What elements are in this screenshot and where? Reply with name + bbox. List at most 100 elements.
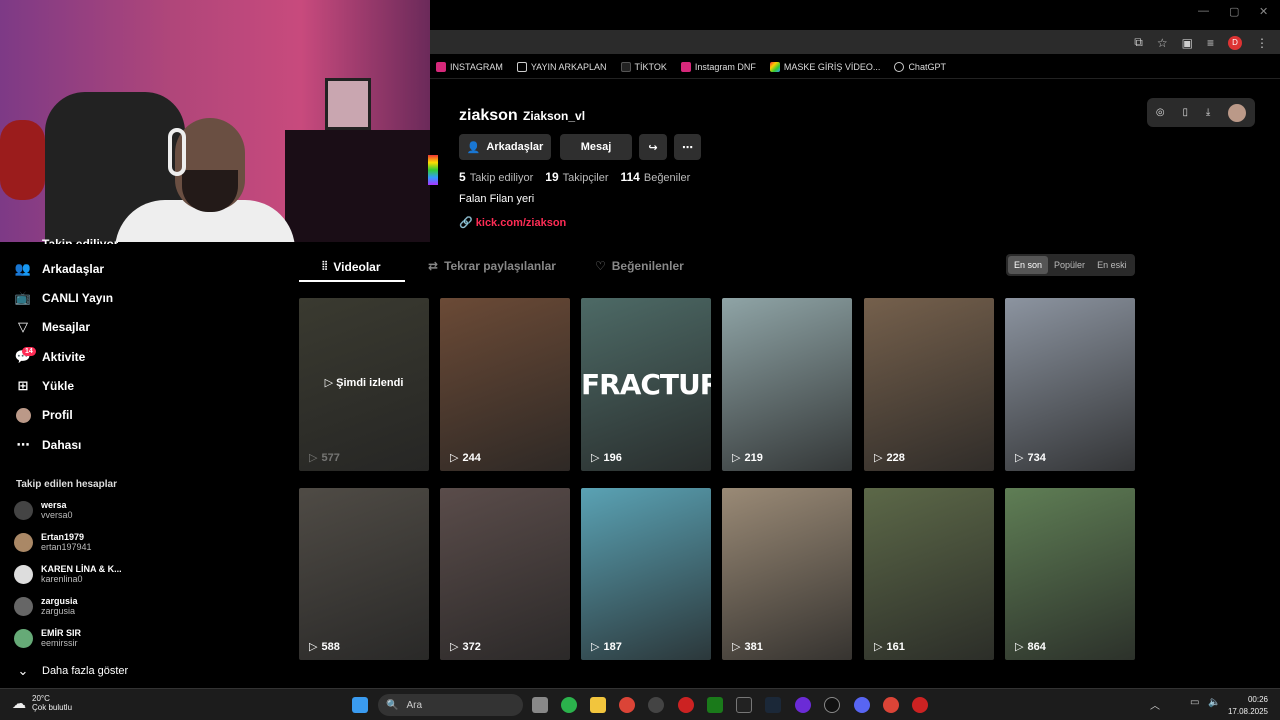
user-avatar[interactable] bbox=[1228, 103, 1247, 122]
friends-button[interactable]: 👤 Arkadaşlar bbox=[459, 134, 551, 160]
profile-stats: 5 Takip ediliyor 19 Takipçiler 114 Beğenile… bbox=[459, 170, 690, 184]
bookmark-yayin-arkaplan[interactable]: YAYIN ARKAPLAN bbox=[516, 61, 607, 72]
following-stat[interactable]: 5 Takip ediliyor bbox=[459, 170, 533, 184]
profile-link[interactable]: 🔗 kick.com/ziakson bbox=[459, 216, 566, 229]
app-icon[interactable] bbox=[648, 697, 664, 713]
profile-avatar[interactable]: D bbox=[1228, 35, 1242, 50]
xbox-icon[interactable] bbox=[707, 697, 723, 713]
sort-popular[interactable]: Popüler bbox=[1048, 256, 1091, 274]
account-item[interactable]: EMİR SIR eemirssir bbox=[14, 628, 81, 648]
coin-icon[interactable]: ◎ bbox=[1156, 107, 1165, 118]
sidebar-item-messages[interactable]: ▽ Mesajlar bbox=[14, 318, 90, 336]
instagram-icon bbox=[680, 61, 691, 72]
sort-toggle: En son Popüler En eski bbox=[1006, 254, 1135, 276]
grid-icon: ⦙⦙ bbox=[322, 259, 328, 273]
network-icon[interactable]: ▭ bbox=[1190, 697, 1199, 708]
view-count: ▷ 196 bbox=[591, 451, 622, 465]
account-item[interactable]: zargusia zargusia bbox=[14, 596, 78, 616]
chrome-icon[interactable] bbox=[883, 697, 899, 713]
bookmark-maske-giris[interactable]: MASKE GİRİŞ VİDEO... bbox=[769, 61, 880, 72]
view-count: ▷ 219 bbox=[732, 451, 763, 465]
followers-stat[interactable]: 19 Takipçiler bbox=[545, 170, 608, 184]
video-card[interactable]: ▷ 864 bbox=[1005, 488, 1135, 660]
steam-icon[interactable] bbox=[765, 697, 781, 713]
bookmark-tiktok[interactable]: TİKTOK bbox=[620, 61, 667, 72]
video-card[interactable]: ▷ Şimdi izlendi ▷ 577 bbox=[299, 298, 429, 471]
windows-start-icon[interactable] bbox=[352, 697, 368, 713]
account-item[interactable]: Ertan1979 ertan197941 bbox=[14, 532, 92, 552]
tiktok-icon bbox=[620, 61, 631, 72]
tray-chevron-icon[interactable]: ︿ bbox=[1150, 697, 1160, 712]
phone-icon[interactable]: ▯ bbox=[1182, 107, 1188, 118]
maximize-icon[interactable]: ▢ bbox=[1229, 5, 1239, 18]
clock[interactable]: 00:26 17.08.2025 bbox=[1228, 694, 1268, 718]
epic-games-icon[interactable] bbox=[736, 697, 752, 713]
video-card[interactable]: ▷ 381 bbox=[722, 488, 852, 660]
file-explorer-icon[interactable] bbox=[590, 697, 606, 713]
task-view-icon[interactable] bbox=[532, 697, 548, 713]
taskbar-search[interactable]: 🔍 Ara bbox=[378, 694, 523, 716]
following-header: Takip edilen hesaplar bbox=[16, 479, 117, 490]
sort-latest[interactable]: En son bbox=[1008, 256, 1049, 274]
account-item[interactable]: KAREN LİNA & K... karenlina0 bbox=[14, 564, 122, 584]
chatgpt-icon bbox=[894, 61, 905, 72]
bookmark-instagram[interactable]: INSTAGRAM bbox=[436, 61, 503, 72]
profile-nickname: Ziakson_vl bbox=[523, 109, 586, 123]
video-card[interactable]: ▷ 244 bbox=[440, 298, 570, 471]
media-icon[interactable]: ≡ bbox=[1207, 36, 1214, 50]
video-card[interactable]: ▷ 228 bbox=[864, 298, 994, 471]
profile-handle: ziakson bbox=[459, 107, 518, 124]
weather-widget[interactable]: ☁ 20°C Çok bulutlu bbox=[12, 694, 72, 712]
video-card[interactable]: ▷ 161 bbox=[864, 488, 994, 660]
discord-icon[interactable] bbox=[854, 697, 870, 713]
show-more-button[interactable]: ⌄ Daha fazla göster bbox=[14, 662, 129, 680]
background-shadow bbox=[285, 130, 430, 242]
sidebar-item-profile[interactable]: Profil bbox=[14, 406, 73, 424]
message-button[interactable]: Mesaj bbox=[560, 134, 632, 160]
video-card[interactable]: ▷ 372 bbox=[440, 488, 570, 660]
instagram-icon bbox=[436, 61, 446, 72]
app-icon[interactable] bbox=[795, 697, 811, 713]
view-count: ▷ 372 bbox=[450, 640, 481, 654]
chrome-icon[interactable] bbox=[619, 697, 635, 713]
download-icon[interactable]: ⤓ bbox=[1206, 107, 1210, 118]
obs-icon[interactable] bbox=[678, 697, 694, 713]
close-icon[interactable]: ✕ bbox=[1259, 5, 1268, 18]
sidebar-item-more[interactable]: ⋯ Dahası bbox=[14, 436, 82, 454]
sidebar-item-upload[interactable]: ⊞ Yükle bbox=[14, 377, 74, 395]
menu-icon[interactable]: ⋮ bbox=[1256, 36, 1268, 50]
avatar bbox=[14, 564, 33, 584]
wall-picture bbox=[325, 78, 371, 130]
video-card[interactable]: ▷ 187 bbox=[581, 488, 711, 660]
minimize-icon[interactable]: — bbox=[1198, 5, 1209, 17]
cast-icon[interactable]: ⧉ bbox=[1134, 35, 1143, 50]
tab-reposts[interactable]: ⇄ Tekrar paylaşılanlar bbox=[428, 259, 556, 273]
bookmark-star-icon[interactable]: ☆ bbox=[1157, 36, 1168, 50]
video-card[interactable]: ▷ 588 bbox=[299, 488, 429, 660]
bookmark-instagram-dnf[interactable]: Instagram DNF bbox=[680, 61, 756, 72]
account-item[interactable]: wersa vversa0 bbox=[14, 500, 73, 520]
profile-icon bbox=[14, 406, 32, 424]
tab-videos[interactable]: ⦙⦙ Videolar bbox=[322, 259, 381, 274]
play-icon: ▷ bbox=[309, 641, 318, 653]
more-options-button[interactable]: ⋯ bbox=[674, 134, 701, 160]
heart-icon: ♡ bbox=[595, 259, 606, 273]
sidebar-item-friends[interactable]: 👥 Arkadaşlar bbox=[14, 260, 104, 278]
obs-icon[interactable] bbox=[912, 697, 928, 713]
sidebar-item-following-partial[interactable]: Takip ediliyor bbox=[42, 234, 118, 244]
video-card[interactable]: FRACTURE ▷196 bbox=[581, 298, 711, 471]
tab-liked[interactable]: ♡ Beğenilenler bbox=[595, 259, 684, 273]
whatsapp-icon[interactable] bbox=[561, 697, 577, 713]
video-card[interactable]: ▷ 734 bbox=[1005, 298, 1135, 471]
sidebar-item-live[interactable]: 📺 CANLI Yayın bbox=[14, 289, 113, 307]
sort-oldest[interactable]: En eski bbox=[1091, 256, 1133, 274]
watched-label: ▷ Şimdi izlendi bbox=[324, 377, 404, 389]
volume-icon[interactable]: 🔈 bbox=[1208, 697, 1220, 708]
sidepanel-icon[interactable]: ▣ bbox=[1182, 36, 1193, 50]
video-card[interactable]: ▷ 219 bbox=[722, 298, 852, 471]
share-button[interactable]: ↪ bbox=[639, 134, 667, 160]
bookmark-chatgpt[interactable]: ChatGPT bbox=[894, 61, 946, 72]
app-icon[interactable] bbox=[824, 697, 840, 713]
activity-badge: 14 bbox=[22, 347, 36, 356]
search-icon: 🔍 bbox=[386, 699, 399, 711]
